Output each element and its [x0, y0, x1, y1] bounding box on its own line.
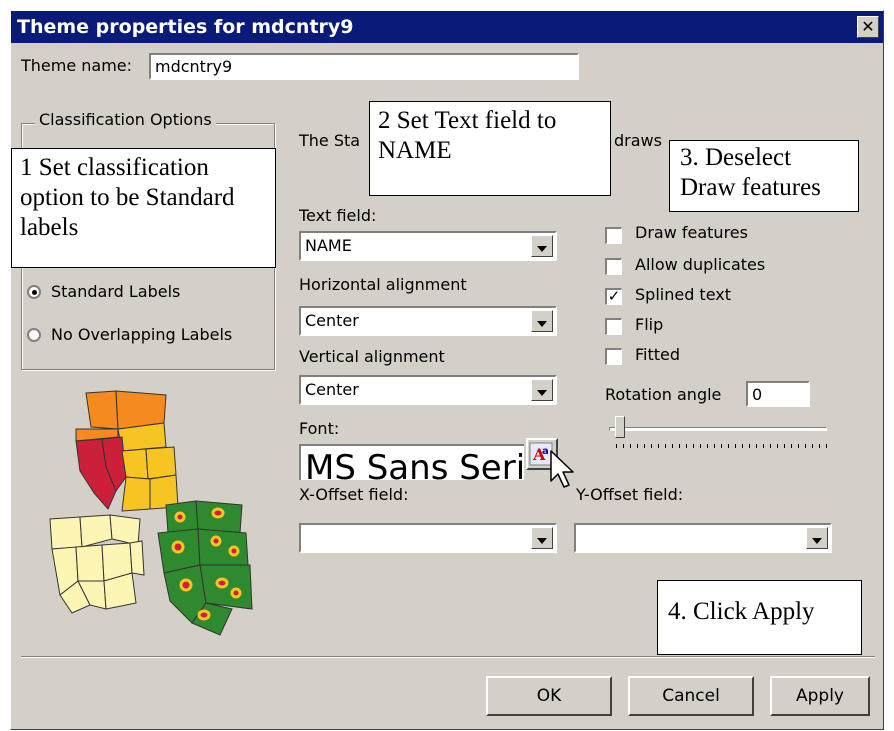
font-label: Font:	[299, 419, 340, 438]
title-bar[interactable]: Theme properties for mdcntry9 ✕	[11, 11, 883, 43]
separator-highlight	[21, 657, 875, 658]
window-title: Theme properties for mdcntry9	[17, 16, 354, 38]
rotation-angle-input[interactable]: 0	[746, 381, 810, 407]
text-field-label: Text field:	[299, 206, 377, 225]
fitted-label: Fitted	[635, 345, 681, 364]
allow-duplicates-checkbox[interactable]	[605, 258, 622, 275]
splined-text-label: Splined text	[635, 285, 732, 304]
chevron-down-icon[interactable]	[531, 379, 553, 401]
vertical-alignment-dropdown[interactable]: Center	[299, 375, 557, 405]
description-text-right: draws	[614, 131, 662, 150]
font-preview: MS Sans Serif	[299, 444, 524, 480]
radio-standard-labels[interactable]	[27, 285, 41, 299]
chevron-down-icon[interactable]	[531, 310, 553, 332]
radio-standard-labels-label: Standard Labels	[51, 282, 181, 301]
chevron-down-icon[interactable]	[531, 527, 553, 549]
splined-text-checkbox[interactable]: ✓	[605, 288, 622, 305]
font-preview-text: MS Sans Serif	[305, 448, 524, 480]
apply-button[interactable]: Apply	[770, 676, 870, 716]
x-offset-dropdown[interactable]	[299, 523, 557, 553]
close-button[interactable]: ✕	[857, 16, 879, 38]
flip-label: Flip	[635, 315, 664, 334]
radio-no-overlapping-labels[interactable]	[27, 328, 41, 342]
callout-step-1: 1 Set classification option to be Standa…	[11, 148, 276, 268]
callout-step-4: 4. Click Apply	[657, 580, 862, 655]
rotation-angle-value: 0	[752, 385, 763, 404]
y-offset-dropdown[interactable]	[574, 523, 832, 553]
chevron-down-icon[interactable]	[531, 235, 553, 257]
description-text-left: The Sta	[299, 131, 361, 150]
rotation-slider-track[interactable]	[609, 427, 827, 431]
theme-name-label: Theme name:	[21, 56, 133, 75]
horizontal-alignment-dropdown[interactable]: Center	[299, 306, 557, 336]
fitted-checkbox[interactable]	[605, 348, 622, 365]
rotation-slider-ticks	[616, 444, 828, 448]
map-thumbnail-icon	[49, 390, 253, 636]
vertical-alignment-label: Vertical alignment	[299, 347, 445, 366]
horizontal-alignment-label: Horizontal alignment	[299, 275, 467, 294]
chevron-down-icon[interactable]	[806, 527, 828, 549]
draw-features-label: Draw features	[635, 223, 748, 242]
vertical-alignment-value: Center	[305, 380, 359, 399]
ok-button[interactable]: OK	[486, 676, 612, 716]
y-offset-label: Y-Offset field:	[576, 485, 684, 504]
theme-name-value: mdcntry9	[155, 57, 233, 76]
callout-step-2: 2 Set Text field to NAME	[369, 101, 611, 196]
text-field-dropdown[interactable]: NAME	[299, 231, 557, 261]
rotation-angle-label: Rotation angle	[605, 385, 722, 404]
x-offset-label: X-Offset field:	[299, 485, 409, 504]
classification-group-title: Classification Options	[35, 110, 216, 129]
allow-duplicates-label: Allow duplicates	[635, 255, 766, 274]
text-field-value: NAME	[305, 236, 352, 255]
horizontal-alignment-value: Center	[305, 311, 359, 330]
callout-step-3: 3. Deselect Draw features	[669, 140, 859, 212]
cancel-button[interactable]: Cancel	[628, 676, 754, 716]
theme-name-input[interactable]: mdcntry9	[149, 53, 579, 80]
rotation-slider-thumb[interactable]	[615, 416, 625, 438]
radio-no-overlapping-labels-label: No Overlapping Labels	[51, 325, 233, 344]
flip-checkbox[interactable]	[605, 318, 622, 335]
draw-features-checkbox[interactable]	[605, 227, 622, 244]
